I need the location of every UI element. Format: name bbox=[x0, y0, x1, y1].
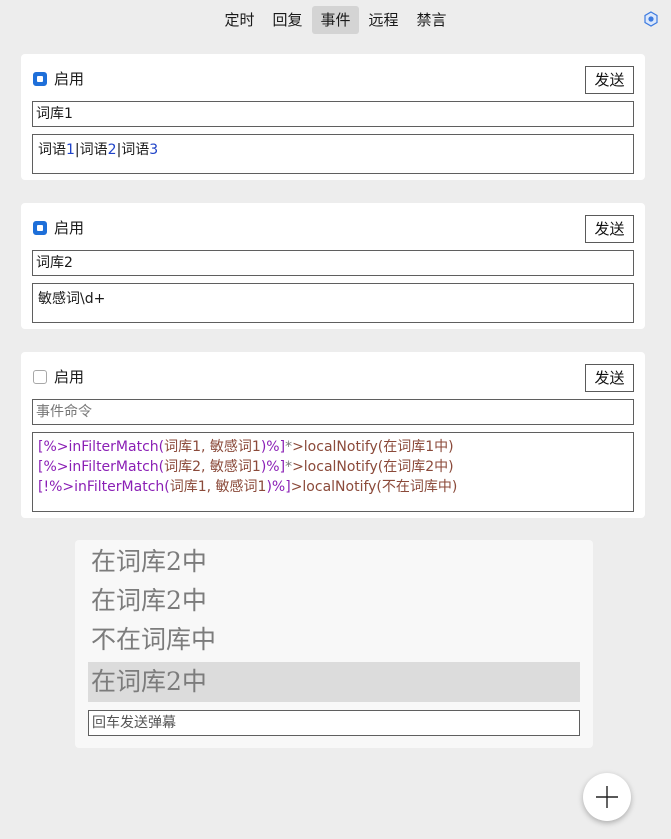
script-directive-close: )%] bbox=[260, 459, 286, 475]
content-number: 1 bbox=[66, 142, 75, 158]
content-number: 3 bbox=[149, 142, 159, 158]
event-command-input[interactable]: 事件命令 bbox=[32, 399, 634, 425]
content-segment: |词语 bbox=[74, 142, 108, 158]
script-arguments: 词库1, 敏感词1 bbox=[164, 439, 261, 455]
script-directive: [%>inFilterMatch( bbox=[38, 439, 165, 455]
enable-checkbox[interactable] bbox=[33, 221, 47, 235]
top-tab-bar: 定时 回复 事件 远程 禁言 bbox=[0, 6, 671, 34]
filter-name-input[interactable]: 词库2 bbox=[32, 250, 634, 276]
script-arguments: 词库2, 敏感词1 bbox=[164, 459, 261, 475]
danmaku-message-highlighted: 在词库2中 bbox=[88, 662, 580, 702]
filter-content-textarea[interactable]: 敏感词\d+ bbox=[32, 283, 634, 323]
tab-remote[interactable]: 远程 bbox=[361, 6, 407, 34]
send-button[interactable]: 发送 bbox=[585, 66, 634, 94]
plus-icon bbox=[596, 786, 618, 808]
enable-checkbox[interactable] bbox=[33, 72, 47, 86]
event-script-textarea[interactable]: [%>inFilterMatch(词库1, 敏感词1)%]*>localNoti… bbox=[32, 432, 634, 512]
settings-icon[interactable] bbox=[643, 11, 659, 27]
script-wildcard: * bbox=[285, 459, 293, 475]
danmaku-message: 在词库2中 bbox=[91, 547, 207, 576]
danmaku-message: 在词库2中 bbox=[91, 586, 207, 615]
danmaku-message: 不在词库中 bbox=[91, 625, 217, 654]
tab-reply[interactable]: 回复 bbox=[264, 6, 310, 34]
script-directive-close: )%] bbox=[266, 479, 291, 495]
card-header: 启用 发送 bbox=[21, 54, 645, 100]
filter-name-input[interactable]: 词库1 bbox=[32, 101, 634, 127]
tab-mute[interactable]: 禁言 bbox=[409, 6, 455, 34]
script-action: >localNotify(不在词库中) bbox=[290, 479, 458, 495]
danmaku-preview-panel: 在词库2中 在词库2中 不在词库中 在词库2中 回车发送弹幕 bbox=[75, 540, 593, 748]
script-line: [%>inFilterMatch(词库2, 敏感词1)%]*>localNoti… bbox=[38, 457, 628, 477]
enable-label: 启用 bbox=[54, 368, 85, 386]
script-arguments: 词库1, 敏感词1 bbox=[169, 479, 267, 495]
tab-schedule[interactable]: 定时 bbox=[216, 6, 262, 34]
event-card-3: 启用 发送 事件命令 [%>inFilterMatch(词库1, 敏感词1)%]… bbox=[21, 352, 645, 518]
script-directive: [!%>inFilterMatch( bbox=[38, 479, 170, 495]
content-number: 2 bbox=[107, 142, 117, 158]
content-segment: |词语 bbox=[116, 142, 150, 158]
enable-checkbox[interactable] bbox=[33, 370, 47, 384]
enable-label: 启用 bbox=[54, 219, 85, 237]
event-card-1: 启用 发送 词库1 词语1|词语2|词语3 bbox=[21, 54, 645, 180]
script-directive: [%>inFilterMatch( bbox=[38, 459, 165, 475]
script-line: [!%>inFilterMatch(词库1, 敏感词1)%]>localNoti… bbox=[38, 477, 628, 497]
card-header: 启用 发送 bbox=[21, 203, 645, 249]
tab-event[interactable]: 事件 bbox=[312, 6, 359, 34]
filter-content-textarea[interactable]: 词语1|词语2|词语3 bbox=[32, 134, 634, 174]
card-header: 启用 发送 bbox=[21, 352, 645, 398]
content-segment: 词语 bbox=[38, 142, 66, 158]
script-line: [%>inFilterMatch(词库1, 敏感词1)%]*>localNoti… bbox=[38, 437, 628, 457]
danmaku-send-input[interactable]: 回车发送弹幕 bbox=[88, 710, 580, 736]
send-button[interactable]: 发送 bbox=[585, 215, 634, 243]
send-button[interactable]: 发送 bbox=[585, 364, 634, 392]
script-directive-close: )%] bbox=[260, 439, 286, 455]
event-card-2: 启用 发送 词库2 敏感词\d+ bbox=[21, 203, 645, 329]
script-action: >localNotify(在词库1中) bbox=[292, 439, 454, 455]
enable-label: 启用 bbox=[54, 70, 85, 88]
script-action: >localNotify(在词库2中) bbox=[292, 459, 454, 475]
script-wildcard: * bbox=[285, 439, 293, 455]
add-button[interactable] bbox=[583, 773, 631, 821]
